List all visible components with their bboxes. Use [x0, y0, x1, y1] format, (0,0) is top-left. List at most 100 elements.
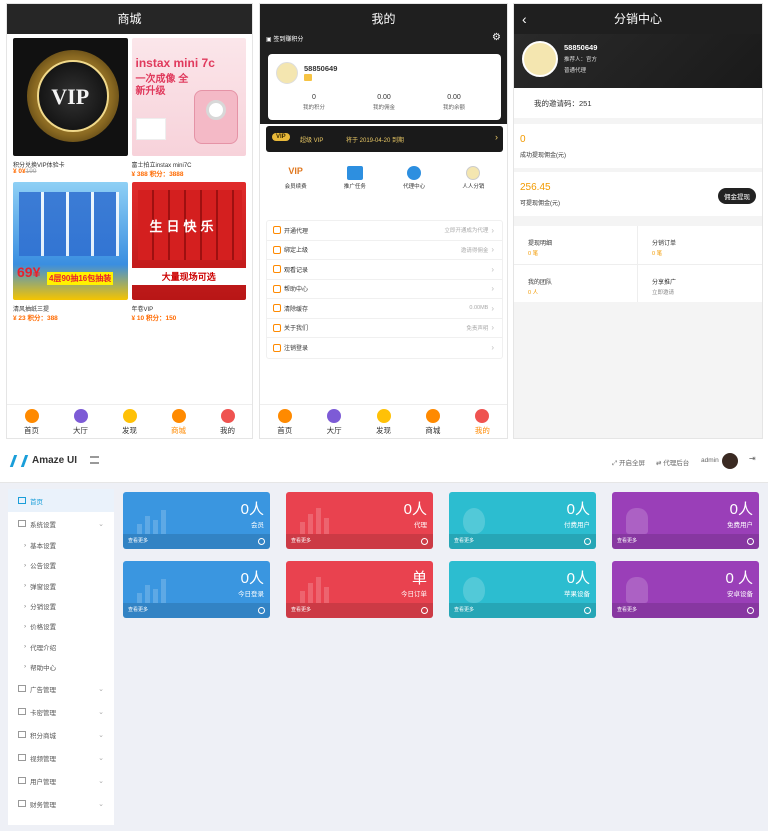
- chevron-right-icon: ›: [24, 541, 27, 549]
- cell-withdraw-detail[interactable]: 提现明细 0 笔: [514, 226, 638, 265]
- view-more-link[interactable]: 查看更多: [612, 603, 759, 618]
- menu-bind-parent[interactable]: 绑定上级 邀请得佣金 ›: [267, 241, 502, 260]
- shop-panel: 商城 VIP 积分兑换VIP体验卡 ¥ 0¥199 instax mini 7c…: [6, 3, 253, 439]
- sidebar-item-users[interactable]: 用户管理 ⌄: [8, 769, 114, 792]
- menu-toggle-icon[interactable]: [90, 456, 99, 464]
- sidebar-sub-basic[interactable]: › 基本设置: [8, 535, 114, 555]
- vip-banner[interactable]: VIP 超级 VIP 将于 2019-04-20 到期 ›: [266, 126, 503, 152]
- cell-share-promo[interactable]: 分享推广 立即邀请: [638, 265, 762, 303]
- cola-banner: 大量现场可选: [131, 268, 246, 285]
- users-icon: [18, 777, 26, 785]
- product-price: ¥ 23 积分：388: [13, 315, 58, 322]
- bar-chart-icon: [137, 579, 166, 603]
- quick-distribution[interactable]: 人人分销: [444, 160, 503, 204]
- avatar[interactable]: [522, 41, 558, 77]
- stat-balance[interactable]: 0.00 我的余额: [426, 94, 482, 111]
- grid-icon: [18, 520, 26, 527]
- stat-card-apple-devices[interactable]: 0人 苹果设备 查看更多: [449, 561, 596, 618]
- agent-backend-button[interactable]: ⇄ 代理后台: [656, 457, 689, 467]
- chevron-down-icon: ⌄: [98, 685, 104, 693]
- view-more-link[interactable]: 查看更多: [612, 534, 759, 549]
- tab-mine[interactable]: 我的: [203, 405, 252, 438]
- tab-home[interactable]: 首页: [260, 405, 309, 438]
- withdrawn-value: 0: [520, 134, 526, 145]
- sidebar-sub-distribution[interactable]: › 分销设置: [8, 596, 114, 616]
- page-title: 分销中心: [613, 12, 662, 26]
- signin-button[interactable]: ▣ 签到赚积分: [266, 34, 303, 46]
- sidebar-item-video[interactable]: 视频管理 ⌄: [8, 746, 114, 769]
- quick-vip-renew[interactable]: VIP 会员续费: [266, 160, 325, 204]
- stat-card-paid-users[interactable]: 0人 付费用户 查看更多: [449, 492, 596, 549]
- stat-points[interactable]: 0 我的积分: [286, 94, 342, 111]
- stat-card-android-devices[interactable]: 0 人 安卓设备 查看更多: [612, 561, 759, 618]
- tab-shop[interactable]: 商城: [408, 405, 457, 438]
- bar-chart-icon: [300, 577, 329, 603]
- card-icon: [18, 708, 26, 716]
- menu-help-center[interactable]: 帮助中心 ›: [267, 280, 502, 299]
- view-more-link[interactable]: 查看更多: [123, 603, 270, 618]
- tab-mine[interactable]: 我的: [458, 405, 507, 438]
- tab-discover[interactable]: 发现: [359, 405, 408, 438]
- view-more-link[interactable]: 查看更多: [286, 534, 433, 549]
- product-card[interactable]: 69¥ 4层90抽16包抽装 清风抽纸三提 ¥ 23 积分：388: [13, 182, 128, 322]
- sidebar-item-ads[interactable]: 广告管理 ⌄: [8, 677, 114, 700]
- admin-username[interactable]: admin: [701, 457, 719, 464]
- chevron-down-icon: ⌄: [98, 731, 104, 739]
- sidebar-sub-help[interactable]: › 帮助中心: [8, 657, 114, 677]
- stat-card-members[interactable]: 0人 会员 查看更多: [123, 492, 270, 549]
- view-more-link[interactable]: 查看更多: [449, 603, 596, 618]
- back-icon[interactable]: ‹: [522, 4, 527, 34]
- view-more-link[interactable]: 查看更多: [123, 534, 270, 549]
- sidebar-item-home[interactable]: 首页: [8, 489, 114, 512]
- cell-my-team[interactable]: 我的团队 0 人: [514, 264, 638, 302]
- menu-clear-cache[interactable]: 清除缓存 0.00MB ›: [267, 299, 502, 319]
- available-label: 可提现佣金(元): [520, 201, 560, 207]
- stat-card-today-orders[interactable]: 单 今日订单 查看更多: [286, 561, 433, 618]
- tab-hall[interactable]: 大厅: [56, 405, 105, 438]
- stat-value: 0人: [240, 501, 264, 518]
- product-card[interactable]: VIP 积分兑换VIP体验卡 ¥ 0¥199: [13, 38, 128, 178]
- tab-hall[interactable]: 大厅: [309, 405, 358, 438]
- avatar[interactable]: [276, 62, 298, 84]
- sidebar-sub-agent-intro[interactable]: › 代理介绍: [8, 636, 114, 656]
- menu-open-agent[interactable]: 开通代理 立即开通成为代理 ›: [267, 221, 502, 241]
- stat-card-today-login[interactable]: 0人 今日登录 查看更多: [123, 561, 270, 618]
- tab-shop[interactable]: 商城: [154, 405, 203, 438]
- avatar[interactable]: [722, 453, 738, 469]
- ad-icon: [18, 685, 26, 693]
- menu-about-us[interactable]: 关于我们 免责声明 ›: [267, 319, 502, 338]
- cell-dist-orders[interactable]: 分销订单 0 笔: [638, 226, 762, 265]
- sidebar-item-cards[interactable]: 卡密管理 ⌄: [8, 700, 114, 723]
- quick-agent-center[interactable]: 代理中心: [385, 160, 444, 204]
- sidebar-item-finance[interactable]: 财务管理 ⌄: [8, 792, 114, 815]
- tissue-promo: 4层90抽16包抽装: [47, 272, 114, 285]
- stat-card-agents[interactable]: 0人 代理 查看更多: [286, 492, 433, 549]
- view-more-link[interactable]: 查看更多: [449, 534, 596, 549]
- product-card[interactable]: 生日快乐 大量现场可选 年卷VIP ¥ 10 积分：150: [131, 182, 246, 322]
- settings-icon[interactable]: ⚙: [492, 32, 501, 43]
- user-id: 58850649: [304, 64, 338, 73]
- logout-icon[interactable]: ⇥: [749, 454, 756, 463]
- sidebar-item-points-mall[interactable]: 积分商城 ⌄: [8, 723, 114, 746]
- withdraw-button[interactable]: 佣金提现: [718, 188, 756, 204]
- sidebar-item-system[interactable]: 系统设置 ⌄: [8, 512, 114, 535]
- product-card[interactable]: instax mini 7c 一次成像 全新升级 富士拍立instax mini…: [131, 38, 246, 178]
- stat-card-free-users[interactable]: 0人 免费用户 查看更多: [612, 492, 759, 549]
- menu-logout[interactable]: 注销登录 ›: [267, 338, 502, 358]
- view-more-link[interactable]: 查看更多: [286, 603, 433, 618]
- sidebar-sub-popup[interactable]: › 弹窗设置: [8, 576, 114, 596]
- tab-discover[interactable]: 发现: [105, 405, 154, 438]
- menu-watch-history[interactable]: 观看记录 ›: [267, 260, 502, 280]
- instax-brand: instax mini 7c: [135, 56, 215, 70]
- stat-commission[interactable]: 0.00 我的佣金: [356, 94, 412, 111]
- tab-home[interactable]: 首页: [7, 405, 56, 438]
- chevron-right-icon: ›: [491, 303, 494, 313]
- admin-dashboard: Amaze UI ⤢ 开启全屏 ⇄ 代理后台 admin ⇥ 首页 系统设置 ⌄ …: [0, 441, 768, 831]
- sidebar-sub-price[interactable]: › 价格设置: [8, 616, 114, 636]
- quick-promo-task[interactable]: 推广任务: [325, 160, 384, 204]
- product-price: ¥ 388 积分：3888: [131, 171, 184, 178]
- fullscreen-button[interactable]: ⤢ 开启全屏: [612, 457, 645, 468]
- arrow-circle-icon: [421, 538, 428, 545]
- share-icon: [466, 166, 481, 180]
- sidebar-sub-notice[interactable]: › 公告设置: [8, 555, 114, 575]
